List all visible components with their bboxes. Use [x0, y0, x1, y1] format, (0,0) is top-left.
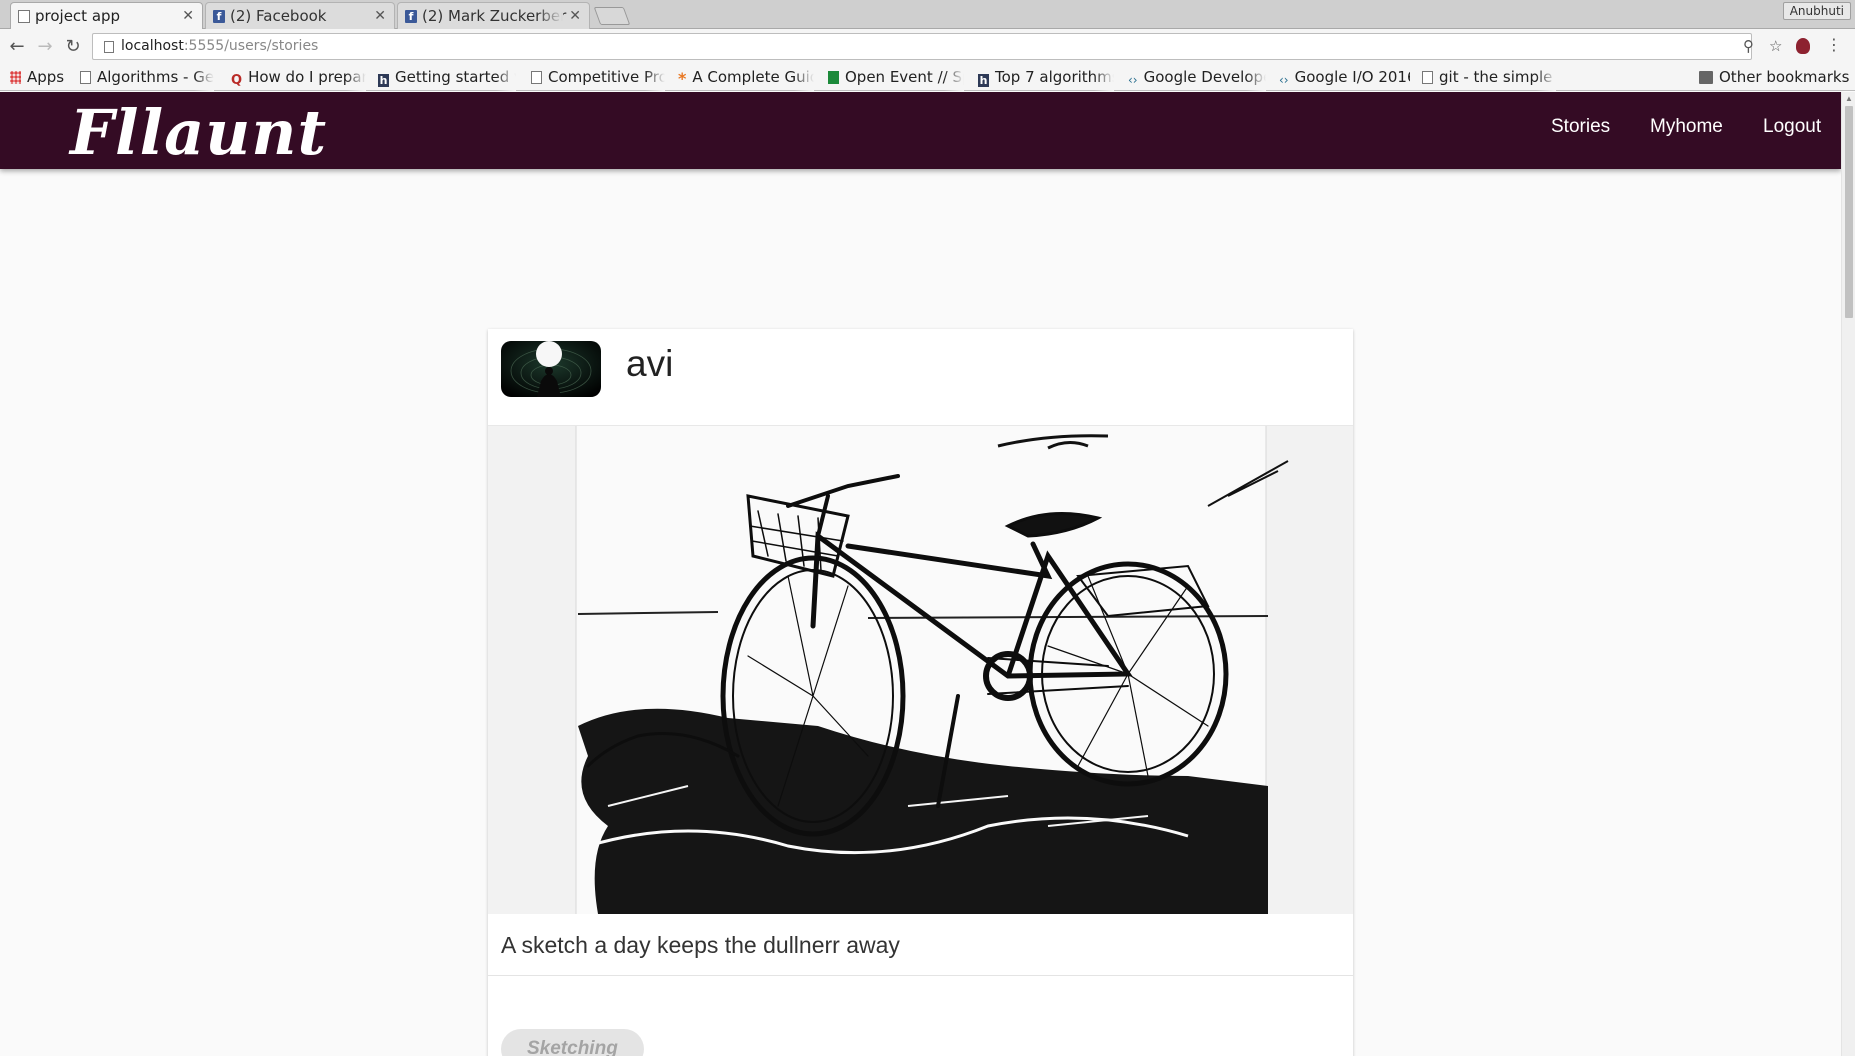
open-event-icon — [828, 71, 839, 84]
quora-icon: Q — [231, 73, 243, 88]
bookmark-apps[interactable]: Apps — [10, 65, 72, 91]
close-icon[interactable]: ✕ — [569, 3, 581, 29]
bookmark-item[interactable]: * A Complete Guid — [678, 65, 814, 91]
story-card: avi A sketch a day keeps the dullnerr aw… — [488, 329, 1353, 1056]
page-icon — [1422, 71, 1433, 84]
bookmark-item[interactable]: Open Event // Sp — [828, 65, 964, 91]
close-icon[interactable]: ✕ — [374, 3, 386, 29]
bookmark-item[interactable]: ‹› Google I/O 2016 — [1279, 65, 1410, 91]
close-icon[interactable]: ✕ — [182, 3, 194, 29]
page-icon — [18, 10, 30, 23]
site-logo[interactable]: Fllaunt — [70, 96, 327, 169]
bookmark-item[interactable]: h Getting started v — [378, 65, 516, 91]
folder-icon — [1699, 71, 1713, 84]
hashnode-icon: h — [978, 74, 989, 87]
star-icon: * — [678, 69, 687, 88]
browser-tab-project-app[interactable]: project app ✕ — [10, 2, 203, 29]
address-bar[interactable]: localhost:5555/users/stories ⚲ ☆ — [92, 33, 1782, 60]
nav-link-stories[interactable]: Stories — [1551, 116, 1610, 138]
bicycle-sketch-image — [488, 426, 1353, 914]
url-host: localhost — [121, 38, 184, 54]
menu-icon[interactable]: ⋮ — [1826, 35, 1842, 54]
facebook-icon: f — [213, 10, 225, 23]
url-text[interactable]: localhost:5555/users/stories — [121, 34, 318, 59]
site-navbar: Fllaunt Stories Myhome Logout — [0, 92, 1841, 169]
bookmark-item[interactable]: Q How do I prepare — [231, 65, 366, 91]
story-card-header: avi — [488, 329, 1353, 426]
story-caption-row: A sketch a day keeps the dullnerr away — [488, 914, 1353, 976]
story-username[interactable]: avi — [626, 343, 673, 385]
page-viewport: Fllaunt Stories Myhome Logout avi A sket… — [0, 92, 1855, 1056]
back-arrow-icon[interactable]: ← — [5, 35, 29, 59]
browser-tab-mark-zuckerberg[interactable]: f (2) Mark Zuckerber ✕ — [397, 2, 590, 29]
extension-icon[interactable] — [1796, 38, 1810, 54]
bookmark-star-icon[interactable]: ☆ — [1769, 34, 1782, 59]
avatar[interactable] — [501, 341, 601, 397]
new-tab-button[interactable] — [593, 7, 631, 25]
browser-tab-facebook[interactable]: f (2) Facebook ✕ — [205, 2, 395, 29]
page-icon — [80, 71, 91, 84]
bookmark-item[interactable]: Competitive Prog — [531, 65, 665, 91]
story-tag-chip[interactable]: Sketching — [501, 1029, 644, 1056]
page-icon — [531, 71, 542, 84]
scrollbar-thumb[interactable] — [1845, 106, 1853, 318]
story-image[interactable] — [488, 426, 1353, 914]
bookmark-item[interactable]: ‹› Google Develope — [1128, 65, 1266, 91]
bookmarks-bar: Apps Algorithms - Gee Q How do I prepare … — [0, 65, 1855, 91]
url-path: :5555/users/stories — [183, 38, 319, 54]
facebook-icon: f — [405, 10, 417, 23]
other-bookmarks[interactable]: Other bookmarks — [1699, 65, 1851, 91]
tab-title: project app — [35, 7, 121, 25]
browser-toolbar: ← → ↻ localhost:5555/users/stories ⚲ ☆ ⋮ — [0, 29, 1855, 65]
apps-grid-icon — [10, 71, 21, 84]
profile-button[interactable]: Anubhuti — [1782, 2, 1851, 20]
bookmark-item[interactable]: h Top 7 algorithms — [978, 65, 1114, 91]
hashnode-icon: h — [378, 74, 389, 87]
code-icon: ‹› — [1128, 73, 1138, 87]
reload-icon[interactable]: ↻ — [61, 35, 85, 59]
bookmark-item[interactable]: git - the simple g — [1422, 65, 1556, 91]
tab-title: (2) Facebook — [230, 7, 327, 25]
page-icon — [104, 41, 114, 53]
scroll-up-arrow-icon[interactable]: ▲ — [1845, 94, 1853, 103]
story-caption: A sketch a day keeps the dullnerr away — [501, 932, 900, 958]
code-icon: ‹› — [1279, 73, 1289, 87]
forward-arrow-icon[interactable]: → — [33, 35, 57, 59]
avatar-image — [501, 341, 601, 397]
browser-tab-strip: project app ✕ f (2) Facebook ✕ f (2) Mar… — [0, 0, 1855, 29]
nav-link-myhome[interactable]: Myhome — [1650, 116, 1723, 138]
page-scrollbar[interactable]: ▲ — [1841, 92, 1855, 1056]
zoom-icon[interactable]: ⚲ — [1743, 34, 1754, 59]
nav-link-logout[interactable]: Logout — [1763, 116, 1821, 138]
bookmark-item[interactable]: Algorithms - Gee — [80, 65, 214, 91]
